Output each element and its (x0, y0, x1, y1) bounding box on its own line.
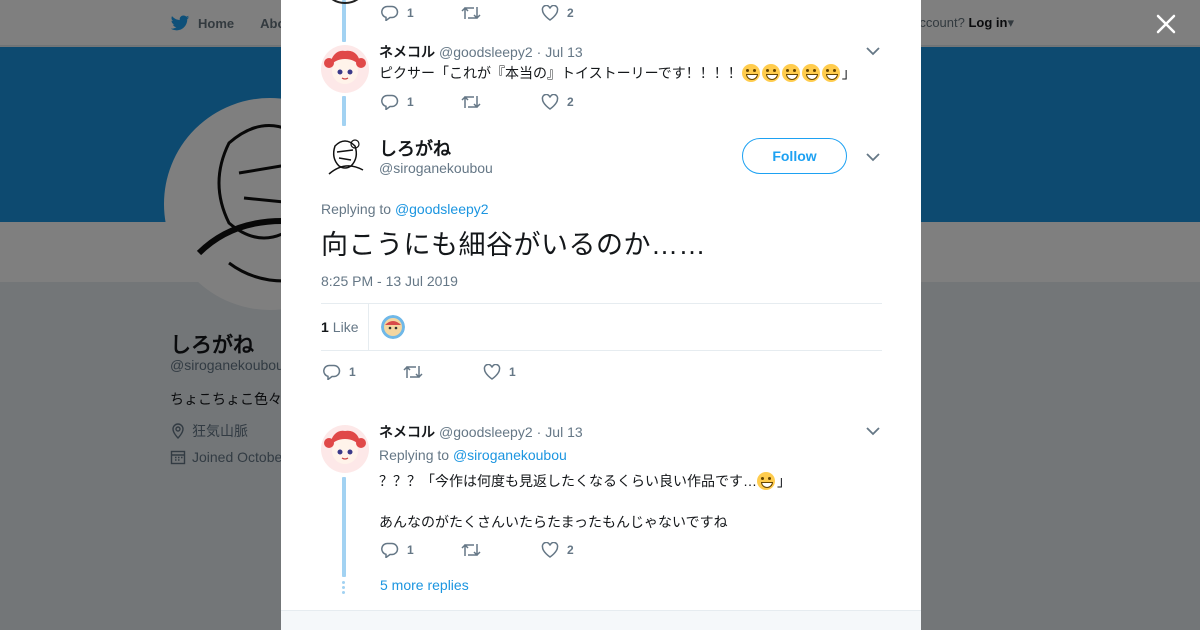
retweet-icon (403, 365, 423, 379)
like-button[interactable]: 1 (483, 364, 516, 380)
replying-to-link[interactable]: @goodsleepy2 (395, 201, 489, 217)
reply-icon (381, 542, 399, 558)
time-separator: · (536, 44, 542, 60)
like-count: 2 (567, 543, 574, 557)
grinning-emoji-icon (741, 64, 760, 82)
time-separator: · (536, 424, 542, 440)
grinning-emoji-icon (761, 64, 780, 82)
main-tweet-stats: 1 Like (321, 303, 882, 351)
like-button[interactable]: 2 (541, 5, 574, 21)
reply-tweet-avatar[interactable] (321, 425, 369, 473)
reply-count: 1 (349, 365, 356, 379)
reply-count: 1 (407, 6, 414, 20)
reply-tweet-line2: あんなのがたくさんいたらたまったもんじゃないですね (379, 514, 728, 530)
parent-tweet-body: ピクサー「これが『本当の』トイストーリーです！！！！ (379, 65, 742, 81)
like-count: 2 (567, 95, 574, 109)
replying-to-link[interactable]: @siroganekoubou (453, 447, 567, 463)
main-tweet-actions: 1 1 (323, 364, 516, 380)
replying-prefix: Replying to (321, 201, 395, 217)
modal-footer (281, 610, 921, 630)
thread-dots (342, 581, 346, 596)
like-count: 2 (567, 6, 574, 20)
chevron-down-icon[interactable] (866, 46, 880, 56)
retweet-icon (461, 6, 481, 20)
reply-tweet-header: ネメコル @goodsleepy2 · Jul 13 (379, 422, 583, 442)
reply-tweet-body: ？？？「今作は何度も見返したくなるくらい良い作品です… (379, 473, 757, 489)
retweet-button[interactable] (461, 542, 541, 558)
follow-button[interactable]: Follow (742, 138, 847, 174)
parent-tweet-actions: 1 2 (381, 94, 574, 110)
liker-avatar[interactable] (381, 315, 405, 339)
reply-button[interactable]: 1 (381, 542, 461, 558)
heart-icon (541, 5, 559, 21)
retweet-icon (461, 95, 481, 109)
more-replies-link[interactable]: 5 more replies (380, 577, 469, 593)
reply-icon (381, 5, 399, 21)
stats-divider (368, 304, 369, 350)
reply-tweet-body-end: 」 (777, 473, 791, 489)
prev-tweet-avatar[interactable] (321, 0, 369, 4)
main-tweet-timestamp[interactable]: 8:25 PM - 13 Jul 2019 (321, 273, 458, 289)
parent-tweet-body-end: 」 (841, 65, 856, 81)
reply-button[interactable]: 1 (381, 94, 461, 110)
thread-line (342, 477, 346, 577)
main-tweet-avatar[interactable] (321, 134, 369, 182)
like-button[interactable]: 2 (541, 94, 574, 110)
thread-line (342, 96, 346, 126)
parent-tweet-avatar[interactable] (321, 45, 369, 93)
close-icon[interactable] (1152, 10, 1180, 38)
parent-tweet-text: ピクサー「これが『本当の』トイストーリーです！！！！ 」 (379, 63, 856, 83)
retweet-button[interactable] (461, 5, 541, 21)
retweet-button[interactable] (461, 94, 541, 110)
heart-icon (541, 542, 559, 558)
heart-icon (483, 364, 501, 380)
replying-prefix: Replying to (379, 447, 453, 463)
tweet-time[interactable]: Jul 13 (545, 424, 582, 440)
reply-button[interactable]: 1 (323, 364, 403, 380)
reply-icon (323, 364, 341, 380)
grinning-emoji-icon (781, 64, 800, 82)
reply-count: 1 (407, 543, 414, 557)
main-tweet-handle[interactable]: @siroganekoubou (379, 160, 493, 176)
parent-tweet-header: ネメコル @goodsleepy2 · Jul 13 (379, 42, 583, 62)
main-tweet-replying-to: Replying to @goodsleepy2 (321, 201, 489, 217)
reply-count: 1 (407, 95, 414, 109)
reply-icon (381, 94, 399, 110)
reply-button[interactable]: 1 (381, 5, 461, 21)
prev-tweet-actions: 1 2 (381, 5, 574, 21)
grinning-emoji-icon (801, 64, 820, 82)
like-button[interactable]: 2 (541, 542, 574, 558)
laughing-emoji-icon (821, 64, 840, 82)
thread-line (342, 0, 346, 42)
reply-tweet-line1: ？？？「今作は何度も見返したくなるくらい良い作品です… 」 (379, 471, 791, 491)
author-fullname[interactable]: ネメコル (379, 422, 435, 442)
chevron-down-icon[interactable] (866, 426, 880, 436)
chevron-down-icon[interactable] (866, 152, 880, 162)
main-tweet-text: 向こうにも細谷がいるのか…… (321, 230, 706, 260)
author-handle[interactable]: @goodsleepy2 (439, 424, 533, 440)
retweet-button[interactable] (403, 364, 483, 380)
author-handle[interactable]: @goodsleepy2 (439, 44, 533, 60)
reply-tweet-replying-to: Replying to @siroganekoubou (379, 447, 567, 463)
main-tweet-fullname[interactable]: しろがね (379, 135, 451, 161)
retweet-icon (461, 543, 481, 557)
likes-stat-label: Like (332, 319, 359, 335)
blush-emoji-icon (757, 472, 775, 490)
tweet-permalink-modal: 1 2 ネメコル @goodsleepy2 · Jul 13 ピクサー「これが『… (281, 0, 921, 630)
like-count: 1 (509, 365, 516, 379)
heart-icon (541, 94, 559, 110)
likes-stat[interactable]: 1 Like (321, 319, 358, 335)
author-fullname[interactable]: ネメコル (379, 42, 435, 62)
likes-stat-count: 1 (321, 319, 329, 335)
reply-tweet-actions: 1 2 (381, 542, 574, 558)
tweet-time[interactable]: Jul 13 (545, 44, 582, 60)
